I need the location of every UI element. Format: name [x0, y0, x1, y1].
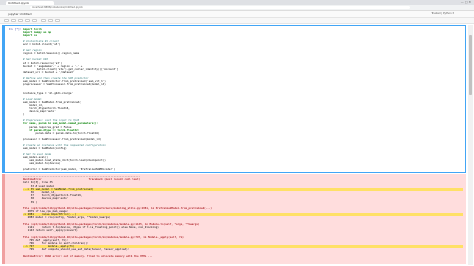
restart-button[interactable]	[55, 19, 60, 22]
notebook-header: jupyter Untitled Trusted | Python 3	[0, 11, 474, 18]
page-scrollbar[interactable]	[468, 25, 473, 265]
copy-button[interactable]	[25, 19, 30, 22]
paste-button[interactable]	[32, 19, 37, 22]
run-button[interactable]	[41, 19, 46, 22]
traceback-text: ----------------------------------------…	[23, 175, 463, 258]
url-field[interactable]: localhost:8888/notebooks/Untitled.ipynb	[30, 6, 410, 9]
save-button[interactable]	[4, 19, 9, 22]
notebook-toolbar	[0, 18, 474, 24]
error-output: ----------------------------------------…	[2, 174, 466, 264]
code-line: RuntimeError: CUDA error: out of memory.…	[23, 254, 153, 258]
cut-button[interactable]	[18, 19, 23, 22]
scrollbar-thumb[interactable]	[469, 35, 472, 95]
input-prompt: In [*]:	[9, 27, 22, 31]
notebook-name[interactable]: jupyter Untitled	[8, 12, 32, 16]
stop-button[interactable]	[48, 19, 53, 22]
add-cell-button[interactable]	[11, 19, 16, 22]
code-cell[interactable]: In [*]: import torch import numpy as np im…	[2, 25, 466, 214]
kernel-status[interactable]: Trusted | Python 3	[431, 12, 454, 16]
